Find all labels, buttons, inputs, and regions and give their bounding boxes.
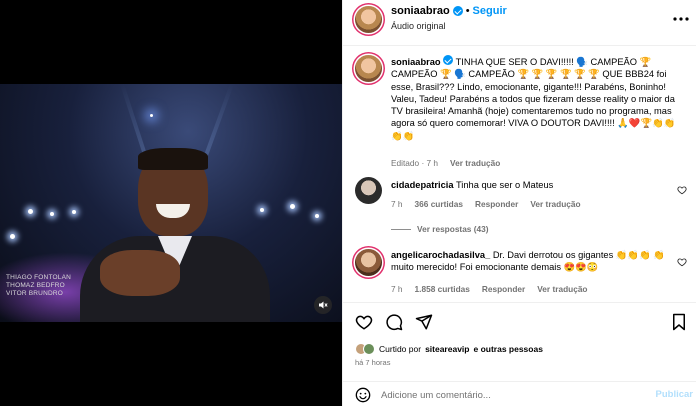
publish-button[interactable]: Publicar: [656, 389, 694, 400]
share-paper-plane-icon[interactable]: [415, 313, 433, 331]
like-comment-heart-icon[interactable]: [677, 257, 687, 267]
view-replies-label: Ver respostas (43): [417, 224, 489, 234]
caption-text-block: soniaabrao TINHA QUE SER O DAVI!!!!! 🗣️ …: [391, 55, 679, 142]
comment-text: Tinha que ser o Mateus: [455, 180, 554, 190]
credit-line: VITOR BRUNDRO: [6, 290, 64, 297]
replies-line-divider: [391, 228, 411, 230]
clapping-hands: [100, 250, 180, 296]
caption-meta: Editado · 7 h Ver tradução: [391, 158, 500, 168]
action-icons-row: [355, 313, 433, 331]
add-comment-bar: Publicar: [343, 381, 696, 406]
avatar: [363, 343, 375, 355]
smiling-man: [80, 148, 280, 322]
see-translation-link[interactable]: Ver tradução: [537, 284, 587, 294]
comment-likes[interactable]: 1.858 curtidas: [415, 284, 470, 294]
emoji-smiley-icon[interactable]: [355, 387, 371, 403]
comment-item: cidadepatricia Tinha que ser o Mateus 7 …: [353, 177, 689, 237]
see-translation-link[interactable]: Ver tradução: [450, 158, 500, 168]
post-media-pane: THIAGO FONTOLAN THOMAZ BEDFRO VITOR BRUN…: [0, 0, 342, 406]
stage-light: [10, 234, 15, 239]
stage-light: [28, 209, 33, 214]
post-actions: Curtido por siteareavip e outras pessoas…: [343, 302, 696, 406]
stage-light: [72, 210, 76, 214]
save-bookmark-icon[interactable]: [671, 313, 687, 331]
post-header: soniaabrao • Seguir Áudio original: [343, 0, 696, 46]
caption-username[interactable]: soniaabrao: [391, 57, 441, 67]
liked-by-others[interactable]: e outras pessoas: [473, 344, 542, 354]
verified-badge-icon: [443, 55, 454, 65]
comment-input[interactable]: [381, 387, 641, 403]
comment-meta: 7 h 366 curtidas Responder Ver tradução: [391, 199, 581, 209]
post-video[interactable]: THIAGO FONTOLAN THOMAZ BEDFRO VITOR BRUN…: [0, 84, 342, 322]
comment-text-block: angelicarochadasilva_ Dr. Davi derrotou …: [391, 249, 679, 274]
avatar[interactable]: [355, 249, 382, 276]
man-hair: [138, 148, 208, 170]
video-credits: THIAGO FONTOLAN THOMAZ BEDFRO VITOR BRUN…: [6, 274, 71, 298]
post-details-panel: soniaabrao • Seguir Áudio original sonia…: [342, 0, 696, 406]
post-caption: soniaabrao TINHA QUE SER O DAVI!!!!! 🗣️ …: [353, 53, 689, 173]
reply-button[interactable]: Responder: [475, 199, 518, 209]
header-username[interactable]: soniaabrao: [391, 5, 450, 17]
credit-line: THIAGO FONTOLAN: [6, 274, 71, 281]
liked-by-row: Curtido por siteareavip e outras pessoas: [355, 343, 543, 355]
more-horizontal-icon[interactable]: [673, 8, 689, 24]
liked-by-prefix: Curtido por: [379, 344, 422, 354]
comment-item: angelicarochadasilva_ Dr. Davi derrotou …: [353, 247, 689, 302]
comment-username[interactable]: angelicarochadasilva_: [391, 250, 490, 260]
caption-text: TINHA QUE SER O DAVI!!!!! 🗣️ CAMPEÃO 🏆 C…: [391, 57, 676, 141]
avatar[interactable]: [355, 55, 382, 82]
verified-badge-icon: [452, 6, 463, 16]
caption-edited: Editado · 7 h: [391, 158, 439, 168]
liked-by-avatars: [355, 343, 375, 355]
liked-by-user[interactable]: siteareavip: [425, 344, 469, 354]
header-user-row: soniaabrao • Seguir: [391, 5, 507, 17]
separator-dot: •: [465, 5, 470, 17]
comments-section: soniaabrao TINHA QUE SER O DAVI!!!!! 🗣️ …: [343, 47, 696, 302]
comment-meta: 7 h 1.858 curtidas Responder Ver traduçã…: [391, 284, 588, 294]
comment-username[interactable]: cidadepatricia: [391, 180, 454, 190]
comment-time: 7 h: [391, 284, 403, 294]
post-time-ago[interactable]: há 7 horas: [355, 358, 390, 367]
like-heart-icon[interactable]: [355, 313, 373, 331]
see-translation-link[interactable]: Ver tradução: [530, 199, 580, 209]
speaker-muted-icon[interactable]: [314, 296, 332, 314]
comment-likes[interactable]: 366 curtidas: [415, 199, 463, 209]
view-replies-button[interactable]: Ver respostas (43): [391, 224, 488, 234]
avatar[interactable]: [355, 6, 382, 33]
comment-bubble-icon[interactable]: [385, 313, 403, 331]
stage-light: [50, 212, 54, 216]
follow-button[interactable]: Seguir: [473, 5, 507, 17]
credit-line: THOMAZ BEDFRO: [6, 282, 65, 289]
stage-light: [290, 204, 295, 209]
avatar[interactable]: [355, 177, 382, 204]
comment-text-block: cidadepatricia Tinha que ser o Mateus: [391, 179, 679, 191]
reply-button[interactable]: Responder: [482, 284, 525, 294]
stage-light: [315, 214, 319, 218]
stage-light: [150, 114, 153, 117]
like-comment-heart-icon[interactable]: [677, 185, 687, 195]
comment-time: 7 h: [391, 199, 403, 209]
original-audio-link[interactable]: Áudio original: [391, 21, 446, 31]
